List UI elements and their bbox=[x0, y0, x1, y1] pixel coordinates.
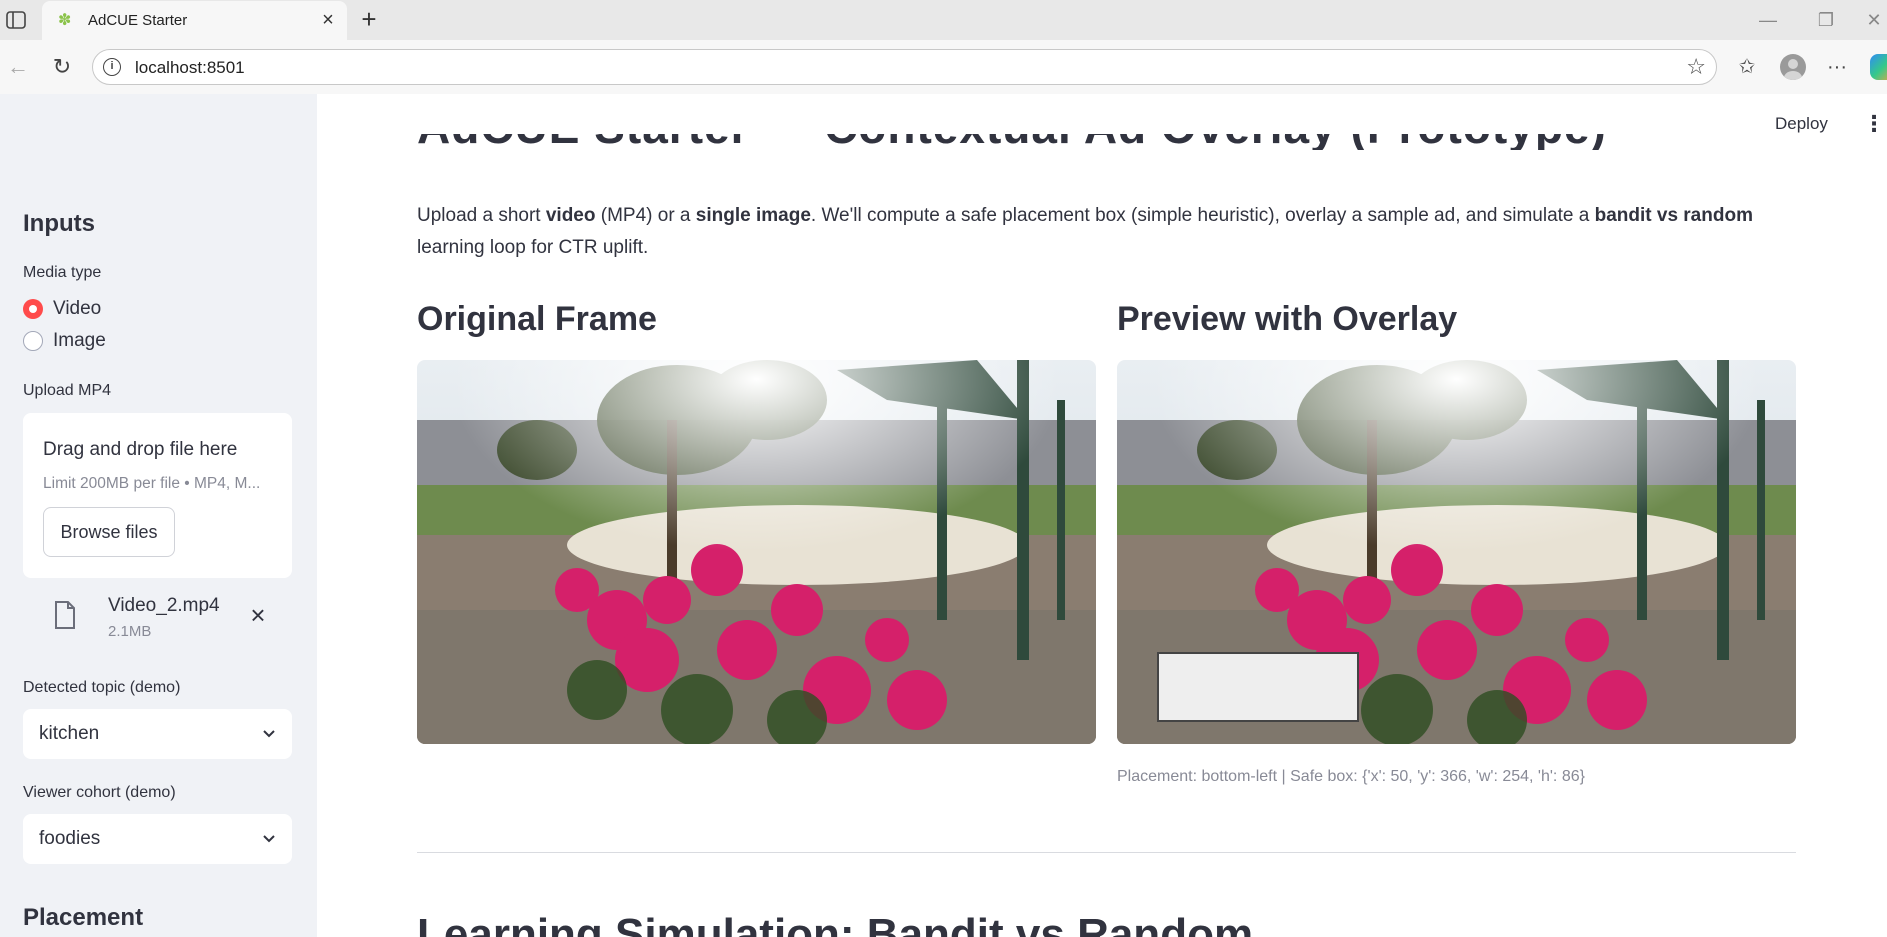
puzzle-icon: ✽ bbox=[58, 12, 72, 29]
chevron-down-icon bbox=[263, 835, 275, 843]
browser-toolbar: ← ↻ i localhost:8501 ☆ ✩ ··· bbox=[0, 40, 1887, 94]
next-section-heading: Learning Simulation: Bandit vs Random bbox=[417, 910, 1254, 937]
radio-option-video[interactable]: Video bbox=[23, 297, 101, 321]
preview-heading: Preview with Overlay bbox=[1117, 300, 1458, 338]
cohort-value: foodies bbox=[39, 828, 101, 849]
file-dropzone[interactable]: Drag and drop file here Limit 200MB per … bbox=[23, 413, 292, 578]
inputs-heading: Inputs bbox=[23, 210, 95, 237]
upload-label: Upload MP4 bbox=[23, 382, 112, 399]
site-info-icon[interactable]: i bbox=[103, 58, 121, 76]
tab-title: AdCUE Starter bbox=[88, 12, 188, 29]
new-tab-icon[interactable]: + bbox=[355, 6, 383, 34]
tab-close-icon[interactable]: × bbox=[317, 9, 339, 31]
profile-avatar[interactable] bbox=[1780, 54, 1806, 80]
topic-select[interactable]: kitchen bbox=[23, 709, 292, 759]
favorites-icon[interactable]: ✩ bbox=[1734, 54, 1760, 80]
preview-frame-image bbox=[1117, 360, 1796, 744]
placement-caption: Placement: bottom-left | Safe box: {'x':… bbox=[1117, 768, 1585, 785]
browser-tab-active[interactable]: ✽ AdCUE Starter × bbox=[42, 1, 347, 40]
back-icon[interactable]: ← bbox=[6, 55, 30, 79]
main-menu-icon[interactable]: ⋮ bbox=[1863, 113, 1885, 136]
file-icon bbox=[53, 600, 77, 630]
radio-label-video: Video bbox=[53, 298, 102, 319]
file-name: Video_2.mp4 bbox=[108, 595, 220, 616]
media-type-label: Media type bbox=[23, 264, 102, 281]
tab-actions-icon[interactable] bbox=[5, 9, 27, 31]
refresh-icon[interactable]: ↻ bbox=[50, 55, 74, 79]
page-title: AdCUE Starter — Contextual Ad Overlay (P… bbox=[417, 134, 1607, 150]
copilot-icon[interactable] bbox=[1870, 54, 1887, 80]
radio-selected-icon[interactable] bbox=[23, 299, 43, 319]
deploy-button[interactable]: Deploy bbox=[1775, 114, 1828, 134]
cohort-label: Viewer cohort (demo) bbox=[23, 784, 176, 801]
topic-value: kitchen bbox=[39, 723, 100, 744]
intro-paragraph: Upload a short video (MP4) or a single i… bbox=[417, 205, 1753, 258]
chevron-down-icon bbox=[263, 730, 275, 738]
radio-label-image: Image bbox=[53, 330, 106, 351]
browse-files-button[interactable]: Browse files bbox=[43, 507, 175, 557]
ad-overlay-box bbox=[1157, 652, 1359, 722]
placement-heading: Placement bbox=[23, 904, 144, 931]
dropzone-title: Drag and drop file here bbox=[43, 439, 238, 460]
radio-unselected-icon[interactable] bbox=[23, 331, 43, 351]
dropzone-limit: Limit 200MB per file • MP4, M... bbox=[43, 475, 261, 492]
page-title-scrolled: AdCUE Starter — Contextual Ad Overlay (P… bbox=[417, 134, 1797, 150]
main-content: Deploy ⋮ AdCUE Starter — Contextual Ad O… bbox=[317, 94, 1887, 937]
topic-label: Detected topic (demo) bbox=[23, 679, 181, 696]
url-text[interactable]: localhost:8501 bbox=[135, 58, 245, 78]
more-options-icon[interactable]: ··· bbox=[1824, 54, 1850, 80]
address-bar[interactable]: i localhost:8501 ☆ bbox=[92, 49, 1717, 85]
radio-option-image[interactable]: Image bbox=[23, 329, 106, 353]
file-size: 2.1MB bbox=[108, 623, 152, 640]
cohort-select[interactable]: foodies bbox=[23, 814, 292, 864]
remove-file-icon[interactable]: × bbox=[245, 602, 271, 628]
sidebar: Inputs Media type Video Image Upload MP4… bbox=[0, 94, 317, 937]
favorite-star-icon[interactable]: ☆ bbox=[1686, 55, 1706, 79]
section-divider bbox=[417, 852, 1796, 853]
minimize-icon[interactable]: — bbox=[1756, 8, 1780, 32]
original-frame-image bbox=[417, 360, 1096, 744]
uploaded-file: Video_2.mp4 2.1MB × bbox=[23, 592, 292, 648]
restore-icon[interactable]: ❐ bbox=[1814, 8, 1838, 32]
browser-tab-bar: ✽ AdCUE Starter × + — ❐ ✕ bbox=[0, 0, 1887, 40]
next-section-heading-clip: Learning Simulation: Bandit vs Random bbox=[417, 910, 1417, 937]
original-frame-heading: Original Frame bbox=[417, 300, 657, 338]
close-window-icon[interactable]: ✕ bbox=[1862, 8, 1886, 32]
